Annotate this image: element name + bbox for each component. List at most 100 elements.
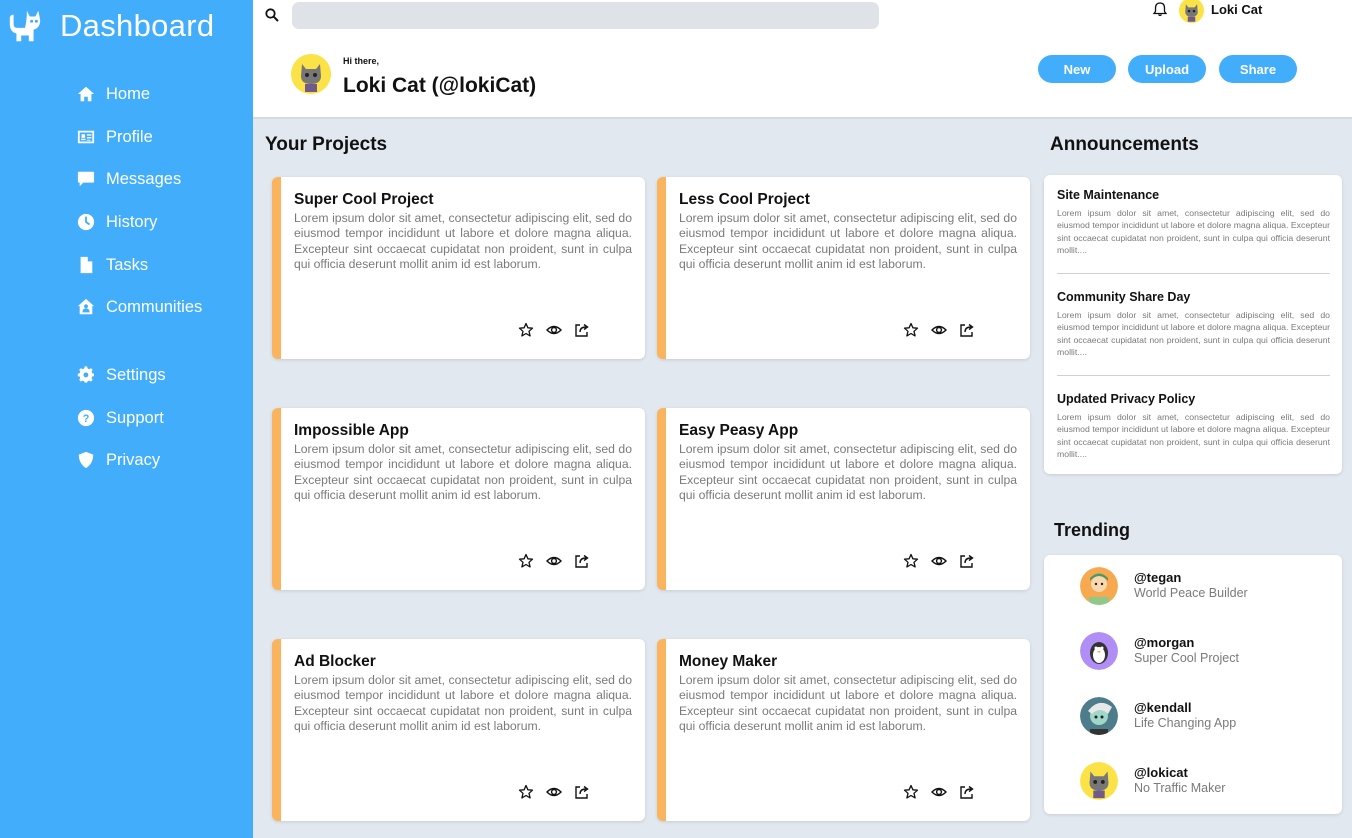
profile-avatar — [291, 54, 331, 94]
avatar — [1080, 762, 1118, 800]
trending-item[interactable]: @morgan Super Cool Project — [1080, 632, 1330, 672]
avatar — [1080, 697, 1118, 735]
sidebar-item-privacy[interactable]: Privacy — [76, 447, 160, 473]
divider — [1057, 273, 1330, 274]
project-card[interactable]: Ad Blocker Lorem ipsum dolor sit amet, co… — [272, 639, 645, 821]
cat-logo-icon — [9, 10, 41, 42]
project-card[interactable]: Impossible App Lorem ipsum dolor sit amet… — [272, 408, 645, 590]
project-description: Lorem ipsum dolor sit amet, consectetur … — [294, 442, 632, 503]
gear-icon — [76, 365, 96, 385]
sidebar-item-label: Messages — [106, 169, 182, 188]
project-title: Easy Peasy App — [679, 422, 799, 439]
star-icon[interactable] — [518, 784, 534, 800]
trending-subtitle: World Peace Builder — [1134, 586, 1248, 600]
message-icon — [76, 169, 96, 189]
star-icon[interactable] — [518, 553, 534, 569]
project-description: Lorem ipsum dolor sit amet, consectetur … — [294, 673, 632, 734]
brand[interactable]: Dashboard — [0, 0, 253, 52]
project-card[interactable]: Easy Peasy App Lorem ipsum dolor sit amet… — [657, 408, 1030, 590]
home-icon — [76, 84, 96, 104]
new-button[interactable]: New — [1038, 55, 1116, 83]
sidebar-item-history[interactable]: History — [76, 209, 157, 235]
trending-handle: @kendall — [1134, 700, 1192, 715]
sidebar-item-tasks[interactable]: Tasks — [76, 252, 148, 278]
project-description: Lorem ipsum dolor sit amet, consectetur … — [679, 211, 1017, 272]
avatar[interactable] — [1179, 0, 1204, 23]
bell-icon[interactable] — [1152, 1, 1168, 17]
announcement-item[interactable]: Community Share Day Lorem ipsum dolor si… — [1057, 290, 1330, 359]
eye-icon[interactable] — [546, 322, 562, 338]
share-icon[interactable] — [574, 322, 590, 338]
brand-title: Dashboard — [60, 8, 215, 43]
eye-icon[interactable] — [546, 784, 562, 800]
question-icon: ? — [76, 408, 96, 428]
project-actions — [518, 322, 590, 338]
project-actions — [903, 784, 975, 800]
project-actions — [903, 553, 975, 569]
share-icon[interactable] — [574, 784, 590, 800]
project-title: Money Maker — [679, 653, 778, 670]
greeting: Hi there, — [343, 56, 380, 66]
project-actions — [518, 553, 590, 569]
project-description: Lorem ipsum dolor sit amet, consectetur … — [294, 211, 632, 272]
star-icon[interactable] — [903, 553, 919, 569]
sidebar-item-settings[interactable]: Settings — [76, 362, 166, 388]
sidebar-item-label: Profile — [106, 127, 153, 146]
share-icon[interactable] — [959, 322, 975, 338]
share-icon[interactable] — [959, 553, 975, 569]
search-input[interactable] — [292, 2, 879, 29]
share-icon[interactable] — [959, 784, 975, 800]
star-icon[interactable] — [903, 322, 919, 338]
sidebar-item-label: History — [106, 212, 158, 231]
sidebar: Dashboard Home Profile Messages History … — [0, 0, 253, 838]
user-name[interactable]: Loki Cat — [1211, 2, 1262, 17]
svg-text:?: ? — [83, 413, 90, 425]
sidebar-item-home[interactable]: Home — [76, 81, 150, 107]
search-icon[interactable] — [265, 8, 279, 22]
announcement-body: Lorem ipsum dolor sit amet, consectetur … — [1057, 208, 1330, 256]
trending-subtitle: No Traffic Maker — [1134, 781, 1226, 795]
eye-icon[interactable] — [931, 322, 947, 338]
project-actions — [903, 322, 975, 338]
announcement-title: Updated Privacy Policy — [1057, 392, 1196, 406]
project-title: Impossible App — [294, 422, 409, 439]
upload-button[interactable]: Upload — [1128, 55, 1206, 83]
project-title: Less Cool Project — [679, 191, 810, 208]
announcement-title: Site Maintenance — [1057, 188, 1160, 202]
project-title: Ad Blocker — [294, 653, 376, 670]
trending-heading: Trending — [1054, 520, 1130, 540]
share-button[interactable]: Share — [1219, 55, 1297, 83]
announcement-item[interactable]: Site Maintenance Lorem ipsum dolor sit a… — [1057, 188, 1330, 257]
avatar — [1080, 567, 1118, 605]
trending-handle: @tegan — [1134, 570, 1182, 585]
share-icon[interactable] — [574, 553, 590, 569]
project-card[interactable]: Money Maker Lorem ipsum dolor sit amet, c… — [657, 639, 1030, 821]
star-icon[interactable] — [903, 784, 919, 800]
project-card[interactable]: Less Cool Project Lorem ipsum dolor sit a… — [657, 177, 1030, 359]
shield-icon — [76, 450, 96, 470]
trending-subtitle: Life Changing App — [1134, 716, 1237, 730]
announcement-item[interactable]: Updated Privacy Policy Lorem ipsum dolor… — [1057, 392, 1330, 461]
divider — [1057, 375, 1330, 376]
avatar — [1080, 632, 1118, 670]
project-description: Lorem ipsum dolor sit amet, consectetur … — [679, 442, 1017, 503]
project-card[interactable]: Super Cool Project Lorem ipsum dolor sit … — [272, 177, 645, 359]
trending-item[interactable]: @lokicat No Traffic Maker — [1080, 762, 1330, 802]
sidebar-item-label: Support — [106, 408, 164, 427]
star-icon[interactable] — [518, 322, 534, 338]
announcement-title: Community Share Day — [1057, 290, 1191, 304]
trending-item[interactable]: @kendall Life Changing App — [1080, 697, 1330, 737]
projects-heading: Your Projects — [265, 134, 388, 155]
sidebar-item-communities[interactable]: Communities — [76, 294, 202, 320]
sidebar-item-support[interactable]: ? Support — [76, 405, 164, 431]
eye-icon[interactable] — [931, 784, 947, 800]
sidebar-item-messages[interactable]: Messages — [76, 166, 181, 192]
eye-icon[interactable] — [546, 553, 562, 569]
sidebar-item-label: Privacy — [106, 450, 161, 469]
trending-item[interactable]: @tegan World Peace Builder — [1080, 567, 1330, 607]
profile-card-icon — [76, 127, 96, 147]
sidebar-item-label: Tasks — [106, 255, 149, 274]
eye-icon[interactable] — [931, 553, 947, 569]
sidebar-item-profile[interactable]: Profile — [76, 124, 153, 150]
house-user-icon — [76, 297, 96, 317]
